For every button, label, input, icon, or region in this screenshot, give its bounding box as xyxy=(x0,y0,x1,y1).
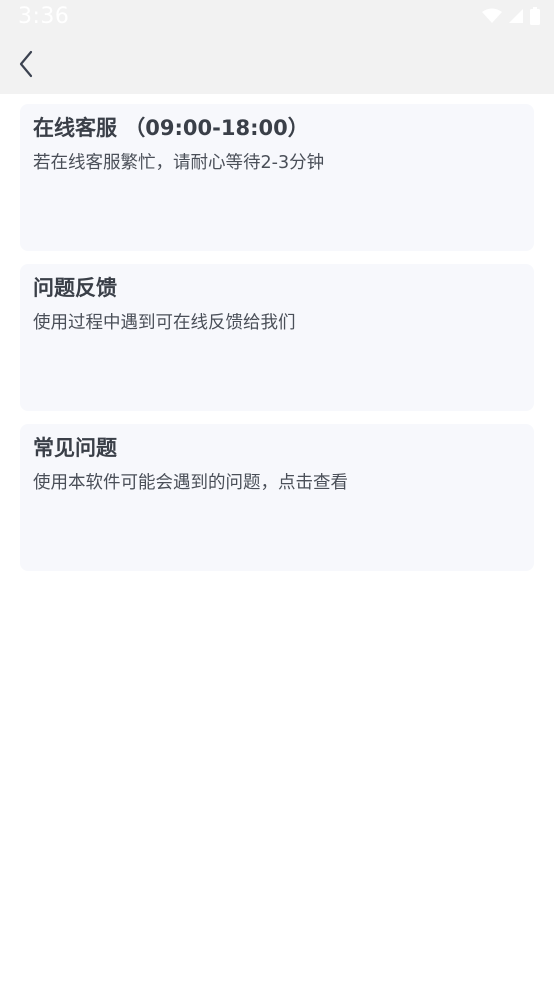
status-icons xyxy=(482,6,540,26)
feedback-card[interactable]: 问题反馈 使用过程中遇到可在线反馈给我们 xyxy=(20,264,534,411)
card-description: 使用过程中遇到可在线反馈给我们 xyxy=(33,313,296,333)
chevron-left-icon xyxy=(19,50,33,78)
online-service-card[interactable]: 在线客服 （09:00-18:00） 若在线客服繁忙，请耐心等待2-3分钟 xyxy=(20,104,534,251)
card-list: 在线客服 （09:00-18:00） 若在线客服繁忙，请耐心等待2-3分钟 问题… xyxy=(20,104,534,584)
card-title: 常见问题 xyxy=(33,436,117,460)
card-title: 问题反馈 xyxy=(33,276,117,300)
back-button[interactable] xyxy=(10,48,42,80)
battery-icon xyxy=(530,7,540,25)
wifi-icon xyxy=(482,8,502,23)
card-title: 在线客服 （09:00-18:00） xyxy=(33,116,309,140)
cell-signal-icon xyxy=(509,9,523,23)
status-bar: 3:36 xyxy=(0,0,554,34)
app-bar xyxy=(0,34,554,94)
card-description: 若在线客服繁忙，请耐心等待2-3分钟 xyxy=(33,153,325,173)
status-time: 3:36 xyxy=(18,4,70,29)
faq-card[interactable]: 常见问题 使用本软件可能会遇到的问题，点击查看 xyxy=(20,424,534,571)
card-description: 使用本软件可能会遇到的问题，点击查看 xyxy=(33,473,348,493)
